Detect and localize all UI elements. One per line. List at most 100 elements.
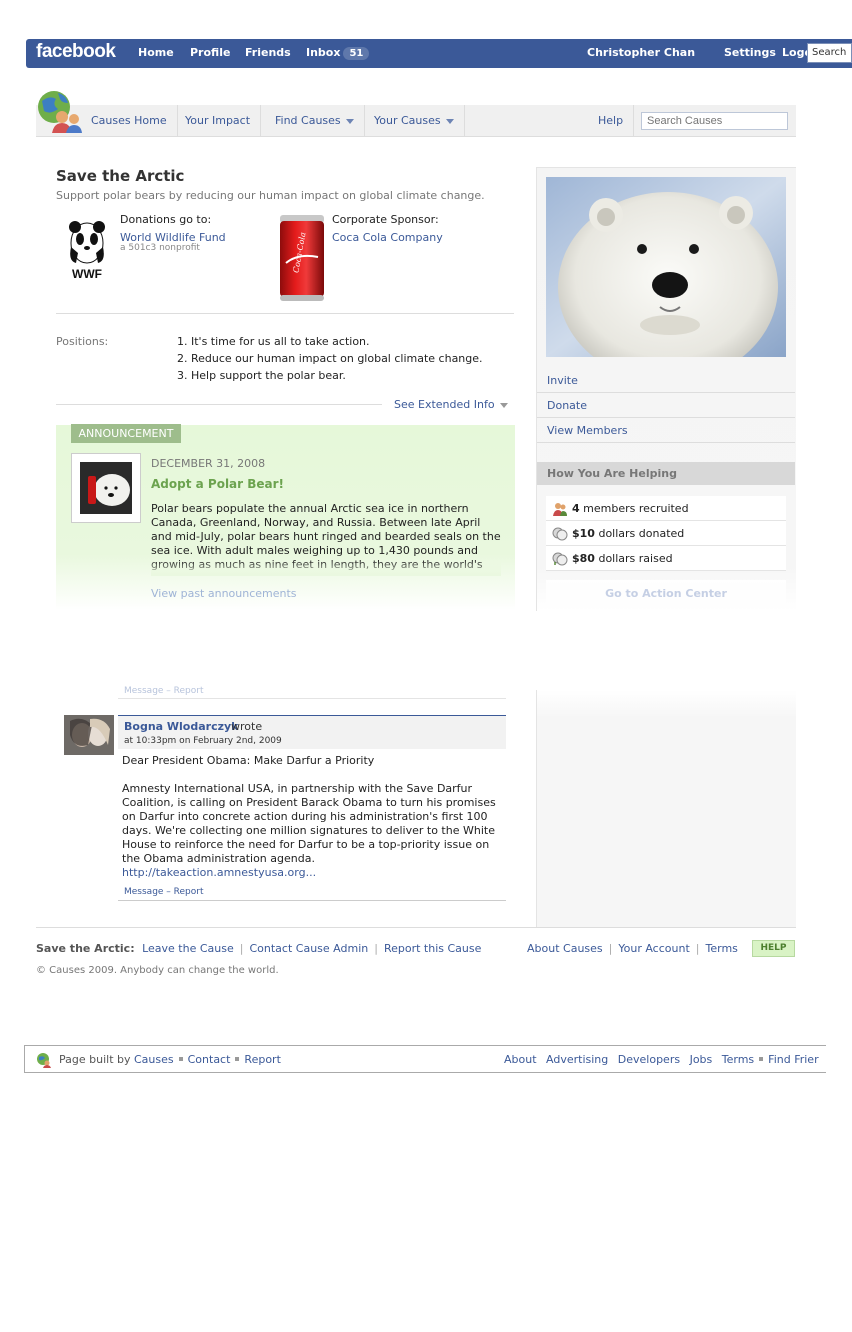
see-extended-info-link[interactable]: See Extended Info xyxy=(394,398,508,411)
facebook-search-input[interactable]: Search xyxy=(807,43,852,63)
footer-advertising-link[interactable]: Advertising xyxy=(546,1053,608,1066)
how-you-are-helping-header: How You Are Helping xyxy=(537,462,795,485)
contact-cause-admin-link[interactable]: Contact Cause Admin xyxy=(249,942,368,955)
footer-contact-link[interactable]: Contact xyxy=(188,1053,231,1066)
svg-text:WWF: WWF xyxy=(72,267,102,281)
nav-user-name[interactable]: Christopher Chan xyxy=(587,46,695,59)
tab-your-causes-label: Your Causes xyxy=(374,114,441,127)
helping-row-raised: $80 dollars raised xyxy=(546,546,786,571)
divider xyxy=(118,698,506,699)
footer-report-link[interactable]: Report xyxy=(244,1053,280,1066)
footer-causes-link[interactable]: Causes xyxy=(134,1053,174,1066)
divider xyxy=(56,404,382,405)
announcement-title[interactable]: Adopt a Polar Bear! xyxy=(151,477,284,491)
wwf-panda-logo-icon[interactable]: WWF xyxy=(64,217,110,281)
helping-donated-value: $10 xyxy=(572,527,595,540)
chevron-down-icon xyxy=(445,118,454,124)
sponsor-label: Corporate Sponsor: xyxy=(332,213,439,226)
helping-row-donated: $10 dollars donated xyxy=(546,521,786,546)
about-causes-link[interactable]: About Causes xyxy=(527,942,603,955)
wall-post-actions[interactable]: Message – Report xyxy=(124,887,204,897)
announcement-date: DECEMBER 31, 2008 xyxy=(151,457,266,470)
helping-donated-label: dollars donated xyxy=(594,527,685,540)
nav-profile[interactable]: Profile xyxy=(190,46,230,59)
sidebar-item-donate[interactable]: Donate xyxy=(537,393,795,418)
donations-label: Donations go to: xyxy=(120,213,212,226)
sponsor-link[interactable]: Coca Cola Company xyxy=(332,231,443,244)
causes-globe-icon xyxy=(37,1053,51,1068)
tab-help[interactable]: Help xyxy=(588,105,635,137)
chevron-down-icon xyxy=(345,118,354,124)
nav-home[interactable]: Home xyxy=(138,46,174,59)
positions-label: Positions: xyxy=(56,335,109,348)
position-item: 2. Reduce our human impact on global cli… xyxy=(177,352,483,365)
members-icon xyxy=(553,503,567,516)
previous-post-actions[interactable]: Message – Report xyxy=(124,686,204,696)
footer-about-link[interactable]: About xyxy=(504,1053,537,1066)
wall-post-subject: Dear President Obama: Make Darfur a Prio… xyxy=(122,754,375,767)
nav-settings[interactable]: Settings xyxy=(724,46,776,59)
announcement-label: ANNOUNCEMENT xyxy=(71,424,181,443)
footer-terms-link[interactable]: Terms xyxy=(722,1053,754,1066)
wall-post-author-link[interactable]: Bogna Wlodarczyk xyxy=(124,720,239,733)
causes-globe-logo-icon[interactable] xyxy=(36,87,86,135)
wall-post-link[interactable]: http://takeaction.amnestyusa.org... xyxy=(122,866,316,879)
helping-recruited-value: 4 xyxy=(572,502,580,515)
cause-footer-links: Save the Arctic: Leave the Cause | Contact… xyxy=(36,942,482,955)
tab-causes-home[interactable]: Causes Home xyxy=(81,105,178,137)
helping-recruited-label: members recruited xyxy=(579,502,689,515)
coins-icon xyxy=(552,527,568,541)
causes-footer-right-links: About Causes | Your Account | Terms xyxy=(527,942,738,955)
cause-subtitle: Support polar bears by reducing our huma… xyxy=(56,189,485,202)
tab-find-causes[interactable]: Find Causes xyxy=(265,105,365,137)
sidebar-item-view-members[interactable]: View Members xyxy=(537,418,795,443)
announcement-fade xyxy=(151,560,501,576)
copyright-text: © Causes 2009. Anybody can change the wo… xyxy=(36,965,279,976)
help-button[interactable]: HELP xyxy=(752,940,795,957)
terms-link[interactable]: Terms xyxy=(706,942,738,955)
nav-friends[interactable]: Friends xyxy=(245,46,291,59)
footer-divider xyxy=(36,927,796,928)
go-to-action-center-button[interactable]: Go to Action Center xyxy=(546,580,786,608)
donations-note: a 501c3 nonprofit xyxy=(120,243,200,253)
causes-search-input[interactable] xyxy=(641,112,788,130)
position-item: 1. It's time for us all to take action. xyxy=(177,335,370,348)
leave-cause-link[interactable]: Leave the Cause xyxy=(142,942,234,955)
footer-cause-prefix: Save the Arctic: xyxy=(36,942,135,955)
facebook-logo[interactable]: facebook xyxy=(36,41,116,63)
sidebar-item-invite[interactable]: Invite xyxy=(537,368,795,393)
tab-your-causes[interactable]: Your Causes xyxy=(364,105,465,137)
nav-inbox[interactable]: Inbox 51 xyxy=(306,46,370,60)
tab-your-impact[interactable]: Your Impact xyxy=(175,105,262,137)
avatar[interactable] xyxy=(64,715,114,755)
extended-info-label: See Extended Info xyxy=(394,398,495,411)
announcement-thumbnail[interactable] xyxy=(71,453,141,523)
wall-post-wrote: wrote xyxy=(231,720,263,733)
wall-post-body: Amnesty International USA, in partnershi… xyxy=(122,782,496,865)
footer-developers-link[interactable]: Developers xyxy=(618,1053,680,1066)
inbox-count-badge: 51 xyxy=(343,47,370,60)
nav-inbox-label: Inbox xyxy=(306,46,341,59)
facebook-top-bar: facebook Home Profile Friends Inbox 51 Ch… xyxy=(26,39,852,68)
polar-bear-photo xyxy=(546,177,786,357)
coca-cola-can-logo-icon[interactable]: Coca-Cola xyxy=(278,213,326,303)
divider xyxy=(118,900,506,901)
divider xyxy=(56,313,514,314)
report-cause-link[interactable]: Report this Cause xyxy=(384,942,481,955)
facebook-footer: Page built by Causes Contact Report About … xyxy=(24,1045,826,1073)
helping-raised-label: dollars raised xyxy=(594,552,673,565)
tab-find-causes-label: Find Causes xyxy=(275,114,341,127)
your-account-link[interactable]: Your Account xyxy=(618,942,689,955)
coins-raised-icon xyxy=(552,552,568,566)
footer-jobs-link[interactable]: Jobs xyxy=(690,1053,713,1066)
footer-find-friends-link[interactable]: Find Frier xyxy=(768,1053,818,1066)
page-title: Save the Arctic xyxy=(56,167,185,185)
helping-row-recruited: 4 members recruited xyxy=(546,496,786,521)
footer-app-links: Page built by Causes Contact Report xyxy=(59,1053,281,1066)
position-item: 3. Help support the polar bear. xyxy=(177,369,346,382)
wall-post-timestamp: at 10:33pm on February 2nd, 2009 xyxy=(124,736,282,746)
view-past-announcements-link[interactable]: View past announcements xyxy=(151,587,297,600)
helping-raised-value: $80 xyxy=(572,552,595,565)
facebook-footer-links: About Advertising Developers Jobs Terms F… xyxy=(504,1053,819,1066)
chevron-down-icon xyxy=(499,402,508,408)
